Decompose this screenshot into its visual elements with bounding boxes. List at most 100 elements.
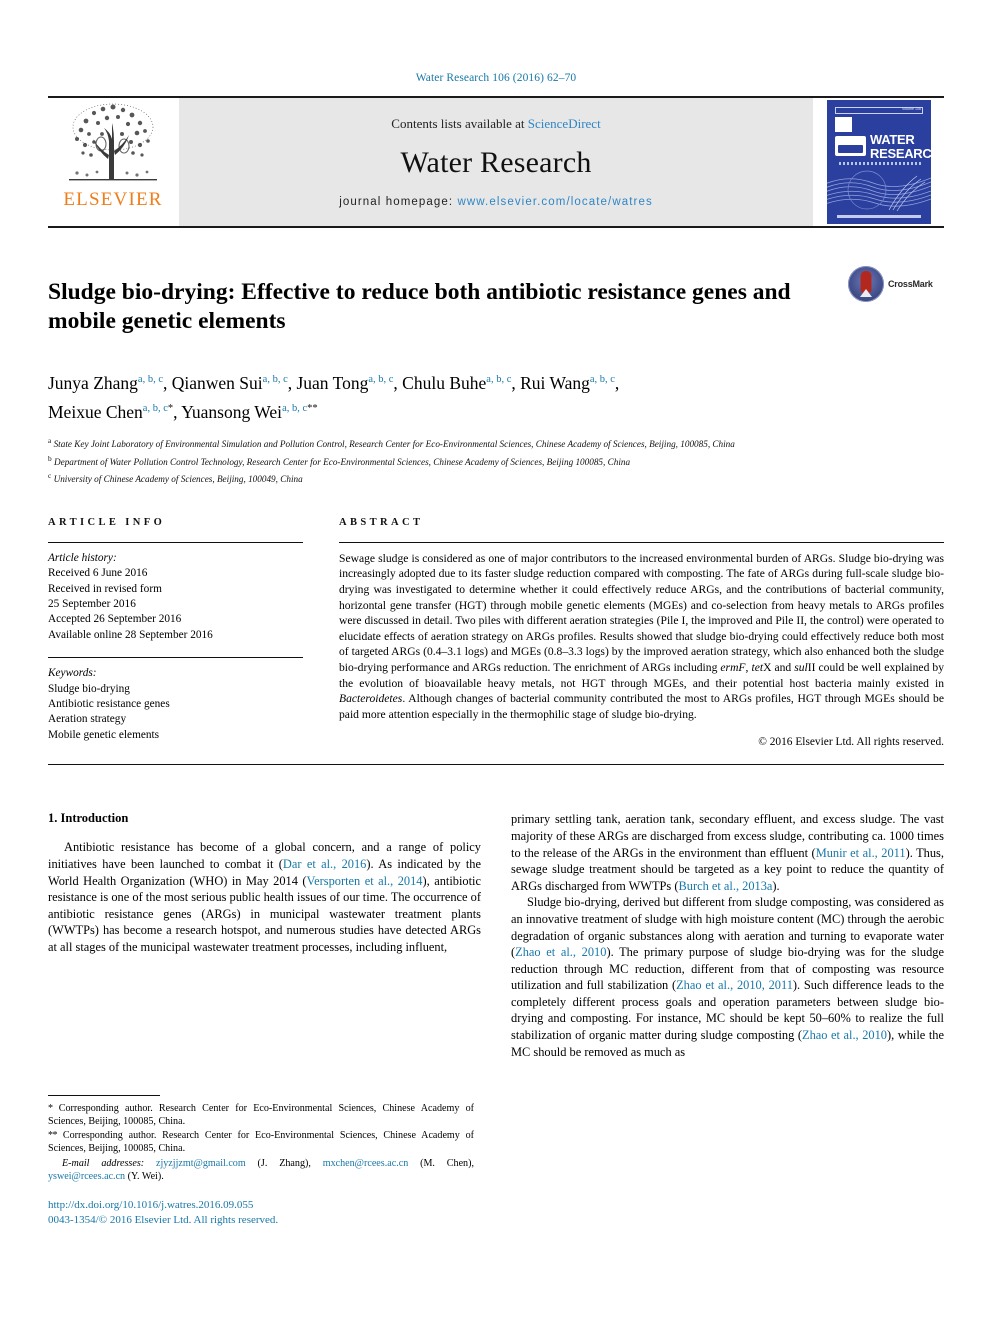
- citation-versporten-2014[interactable]: Versporten et al., 2014: [307, 874, 423, 888]
- affiliation-mark: a: [48, 436, 52, 446]
- author-item: Chulu Buhea, b, c,: [402, 373, 520, 393]
- affiliation-item: b Department of Water Pollution Control …: [48, 452, 944, 470]
- crossmark-label: CrossMark: [888, 279, 933, 289]
- author-name: Juan Tong: [296, 373, 369, 394]
- running-head: Water Research 106 (2016) 62–70: [415, 72, 577, 84]
- introduction-paragraph-1: Antibiotic resistance has become of a gl…: [48, 839, 481, 955]
- journal-cover: Volume 106 WATER RESEARCH: [814, 98, 944, 226]
- cover-volume-label: Volume 106: [902, 107, 921, 111]
- journal-article-page: Water Research 106 (2016) 62–70 ELSEVIER…: [0, 0, 992, 1323]
- citation-munir-2011[interactable]: Munir et al., 2011: [816, 846, 906, 860]
- abstract-heading: ABSTRACT: [339, 516, 424, 528]
- affiliation-item: c University of Chinese Academy of Scien…: [48, 469, 944, 487]
- abstract-gene-tet: tet: [751, 660, 764, 674]
- article-history-block: Article history: Received 6 June 2016 Re…: [48, 551, 303, 643]
- author-name: Rui Wang: [520, 373, 590, 394]
- cover-title-line-1: WATER: [870, 132, 915, 147]
- contents-prefix: Contents lists available at: [391, 116, 528, 131]
- article-info-heading: ARTICLE INFO: [48, 516, 166, 528]
- sciencedirect-link[interactable]: ScienceDirect: [528, 116, 601, 131]
- cover-iwa-logo: [835, 136, 866, 156]
- cover-subtitle-rule: [839, 162, 921, 165]
- keyword-item: Antibiotic resistance genes: [48, 698, 170, 711]
- author-affiliation-marks[interactable]: a, b, c: [368, 374, 393, 385]
- journal-masthead: ELSEVIER Contents lists available at Sci…: [48, 96, 944, 228]
- citation-zhao-2010-2011[interactable]: Zhao et al., 2010, 2011: [676, 978, 793, 992]
- homepage-url-link[interactable]: www.elsevier.com/locate/watres: [457, 196, 652, 208]
- contents-list-line: Contents lists available at ScienceDirec…: [391, 116, 600, 132]
- history-item: Received 6 June 2016: [48, 567, 148, 580]
- info-abstract-section: ARTICLE INFO Article history: Received 6…: [48, 516, 944, 749]
- author-name: Yuansong Wei: [181, 402, 283, 423]
- page-title: Sludge bio-drying: Effective to reduce b…: [48, 278, 791, 334]
- title-row: Sludge bio-drying: Effective to reduce b…: [48, 262, 944, 351]
- email-link-chen[interactable]: mxchen@rcees.ac.cn: [323, 1158, 409, 1169]
- author-affiliation-marks[interactable]: a, b, c: [590, 374, 615, 385]
- history-item: 25 September 2016: [48, 598, 136, 611]
- author-item: Meixue Chena, b, c*,: [48, 402, 181, 422]
- article-info-rule: [48, 541, 303, 543]
- introduction-heading: 1. Introduction: [48, 811, 129, 826]
- footnote-star-2: **: [48, 1129, 58, 1141]
- author-name: Qianwen Sui: [171, 373, 263, 394]
- abstract-mid-2: X and: [763, 660, 795, 674]
- doi-block: http://dx.doi.org/10.1016/j.watres.2016.…: [48, 1198, 488, 1227]
- email-link-wei[interactable]: yswei@rcees.ac.cn: [48, 1171, 125, 1182]
- crossmark-icon: [848, 266, 884, 302]
- author-separator: ,: [614, 373, 620, 394]
- history-item: Accepted 26 September 2016: [48, 613, 182, 626]
- abstract-tail: . Although changes of bacterial communit…: [339, 692, 944, 721]
- keywords-block: Keywords: Sludge bio-drying Antibiotic r…: [48, 666, 303, 743]
- keyword-item: Mobile genetic elements: [48, 728, 160, 741]
- cover-journal-title: WATER RESEARCH: [870, 133, 931, 160]
- masthead-center: Contents lists available at ScienceDirec…: [178, 98, 814, 226]
- cover-title-line-2: RESEARCH: [870, 145, 931, 161]
- corresponding-author-mark[interactable]: **: [307, 403, 318, 414]
- citation-burch-2013a[interactable]: Burch et al., 2013a: [678, 879, 772, 893]
- citation-dar-2016[interactable]: Dar et al., 2016: [283, 857, 366, 871]
- author-separator: ,: [393, 373, 403, 394]
- author-name: Chulu Buhe: [402, 373, 487, 394]
- abstract-part-1: Sewage sludge is considered as one of ma…: [339, 551, 944, 674]
- footnote-corresponding-2: ** Corresponding author. Research Center…: [48, 1129, 474, 1156]
- affiliation-mark: b: [48, 453, 52, 463]
- author-item: Qianwen Suia, b, c,: [172, 373, 297, 393]
- affiliation-list: a State Key Joint Laboratory of Environm…: [48, 434, 944, 487]
- author-affiliation-marks[interactable]: a, b, c: [143, 403, 168, 414]
- body-column-right: primary settling tank, aeration tank, se…: [511, 811, 944, 1060]
- introduction-paragraph-2: Sludge bio-drying, derived but different…: [511, 894, 944, 1060]
- abstract-gene-ermf: ermF: [720, 660, 746, 674]
- journal-title: Water Research: [400, 146, 592, 179]
- keyword-item: Sludge bio-drying: [48, 682, 130, 695]
- author-affiliation-marks[interactable]: a, b, c: [138, 374, 163, 385]
- affiliation-item: a State Key Joint Laboratory of Environm…: [48, 434, 944, 452]
- journal-cover-image: Volume 106 WATER RESEARCH: [827, 100, 931, 224]
- author-affiliation-marks[interactable]: a, b, c: [263, 374, 288, 385]
- author-list: Junya Zhanga, b, c, Qianwen Suia, b, c, …: [48, 367, 944, 425]
- abstract-gene-sul: sul: [794, 660, 808, 674]
- intro-right-text-c: ).: [772, 878, 780, 893]
- author-item: Yuansong Weia, b, c**: [181, 402, 317, 422]
- doi-link[interactable]: http://dx.doi.org/10.1016/j.watres.2016.…: [48, 1198, 488, 1213]
- keywords-rule: [48, 657, 303, 659]
- cover-bottom-rule: [837, 215, 921, 218]
- author-affiliation-marks[interactable]: a, b, c: [486, 374, 511, 385]
- journal-homepage-line: journal homepage: www.elsevier.com/locat…: [339, 196, 653, 208]
- elsevier-wordmark: ELSEVIER: [63, 189, 163, 210]
- crossmark-badge[interactable]: CrossMark: [848, 262, 944, 302]
- article-info-column: ARTICLE INFO Article history: Received 6…: [48, 517, 303, 749]
- footnote-text-2: Corresponding author. Research Center fo…: [48, 1129, 474, 1155]
- article-history-label: Article history:: [48, 551, 117, 564]
- body-column-left: 1. Introduction Antibiotic resistance ha…: [48, 811, 481, 1060]
- elsevier-logo: ELSEVIER: [48, 98, 178, 226]
- author-separator: ,: [163, 373, 172, 394]
- keyword-item: Aeration strategy: [48, 713, 127, 726]
- history-item: Received in revised form: [48, 582, 162, 595]
- cover-elsevier-mark: [835, 117, 852, 132]
- citation-zhao-2010-b[interactable]: Zhao et al., 2010: [802, 1028, 887, 1042]
- email-link-zhang[interactable]: zjyzjjzmt@gmail.com: [156, 1158, 246, 1169]
- author-affiliation-marks[interactable]: a, b, c: [282, 403, 307, 414]
- citation-zhao-2010[interactable]: Zhao et al., 2010: [515, 945, 606, 959]
- email-addresses-label: E-mail addresses:: [62, 1157, 145, 1169]
- footnote-rule: [48, 1095, 160, 1096]
